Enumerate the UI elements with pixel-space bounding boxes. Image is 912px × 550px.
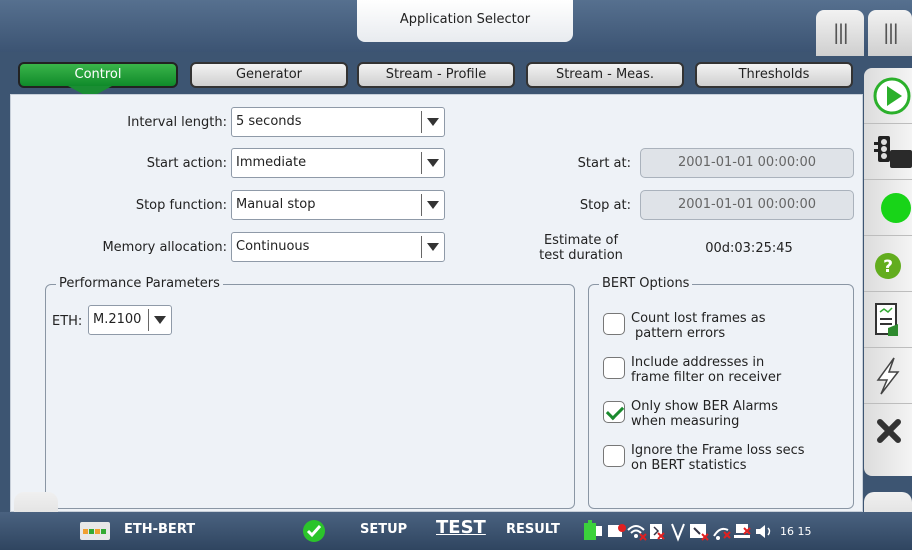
checkbox[interactable] <box>603 313 625 335</box>
estimate-duration-label: Estimate of test duration <box>539 233 623 263</box>
tab-bar: Control Generator Stream - Profile Strea… <box>8 56 862 98</box>
bert-options-title: BERT Options <box>599 276 693 292</box>
checkbox[interactable] <box>603 445 625 467</box>
top-bar: Application Selector ||| ||| <box>0 0 912 56</box>
eth-performance-dropdown[interactable]: M.2100 <box>88 305 172 335</box>
bert-options-group: BERT Options Count lost frames as pattern… <box>588 276 854 509</box>
lightning-icon <box>876 357 900 395</box>
satellite-icon <box>713 527 731 540</box>
memory-allocation-dropdown[interactable]: Continuous <box>231 232 445 262</box>
app-module-icon <box>80 522 110 540</box>
setup-mode-button[interactable]: SETUP <box>360 522 407 537</box>
svg-text:?: ? <box>883 257 893 277</box>
interval-length-label: Interval length: <box>127 115 227 130</box>
tab-stream-profile[interactable]: Stream - Profile <box>357 62 515 88</box>
estimate-duration-value: 00d:03:25:45 <box>705 241 793 256</box>
traffic-light-button[interactable] <box>864 124 912 180</box>
panel-grip-handle[interactable]: ||| <box>816 10 864 56</box>
start-at-field: 2001-01-01 00:00:00 <box>640 148 854 178</box>
report-icon <box>875 303 898 336</box>
interval-length-dropdown[interactable]: 5 seconds <box>231 107 445 137</box>
start-action-label: Start action: <box>146 156 227 171</box>
app-name: ETH-BERT <box>124 522 196 537</box>
chevron-down-icon <box>427 118 439 126</box>
stop-at-field: 2001-01-01 00:00:00 <box>640 190 854 220</box>
lan-icon <box>734 524 751 538</box>
system-tray: 16 15 <box>584 520 816 542</box>
network-device-icon <box>608 524 626 537</box>
tab-control[interactable]: Control <box>18 62 178 88</box>
status-led-icon <box>881 193 911 223</box>
status-led-button[interactable] <box>864 180 912 236</box>
bluetooth-icon <box>650 524 665 540</box>
close-icon <box>877 419 901 443</box>
application-selector-label: Application Selector <box>399 12 531 27</box>
clock-time: 16 15 <box>780 525 812 538</box>
chevron-down-icon <box>427 159 439 167</box>
play-icon <box>873 77 911 115</box>
v-icon <box>671 523 685 542</box>
start-at-label: Start at: <box>577 156 631 171</box>
application-selector-button[interactable]: Application Selector <box>357 0 573 42</box>
test-mode-button[interactable]: TEST <box>436 517 486 538</box>
performance-parameters-title: Performance Parameters <box>56 276 223 292</box>
sidebar-grip-handle[interactable]: ||| <box>868 10 912 56</box>
start-action-dropdown[interactable]: Immediate <box>231 148 445 178</box>
control-panel: Interval length: 5 seconds Start action:… <box>10 94 863 512</box>
remote-screen-icon <box>690 524 709 541</box>
checkbox[interactable] <box>603 357 625 379</box>
close-button[interactable] <box>864 404 912 460</box>
check-circle-icon <box>303 520 325 542</box>
performance-parameters-group: Performance Parameters ETH: M.2100 <box>45 276 575 509</box>
chevron-down-icon <box>427 243 439 251</box>
bottom-status-bar: ETH-BERT SETUP TEST RESULT 16 15 <box>0 512 912 550</box>
stop-function-label: Stop function: <box>135 198 227 213</box>
checkbox-checked[interactable] <box>603 401 625 423</box>
tab-generator[interactable]: Generator <box>190 62 348 88</box>
chevron-down-icon <box>427 201 439 209</box>
eth-label: ETH: <box>52 314 83 329</box>
stop-at-label: Stop at: <box>579 198 631 213</box>
traffic-light-icon <box>874 136 912 168</box>
lightning-button[interactable] <box>864 348 912 404</box>
result-mode-button[interactable]: RESULT <box>506 522 560 537</box>
battery-plug-icon <box>584 520 602 540</box>
stop-function-dropdown[interactable]: Manual stop <box>231 190 445 220</box>
report-button[interactable] <box>864 292 912 348</box>
start-test-button[interactable] <box>864 68 912 124</box>
memory-allocation-label: Memory allocation: <box>102 240 227 255</box>
tab-stream-meas[interactable]: Stream - Meas. <box>526 62 684 88</box>
tab-thresholds[interactable]: Thresholds <box>695 62 853 88</box>
action-sidebar: ? <box>864 68 912 476</box>
chevron-down-icon <box>154 316 166 324</box>
volume-icon <box>756 525 771 538</box>
wifi-icon <box>627 525 647 541</box>
help-icon: ? <box>875 253 901 279</box>
help-button[interactable]: ? <box>864 236 912 292</box>
